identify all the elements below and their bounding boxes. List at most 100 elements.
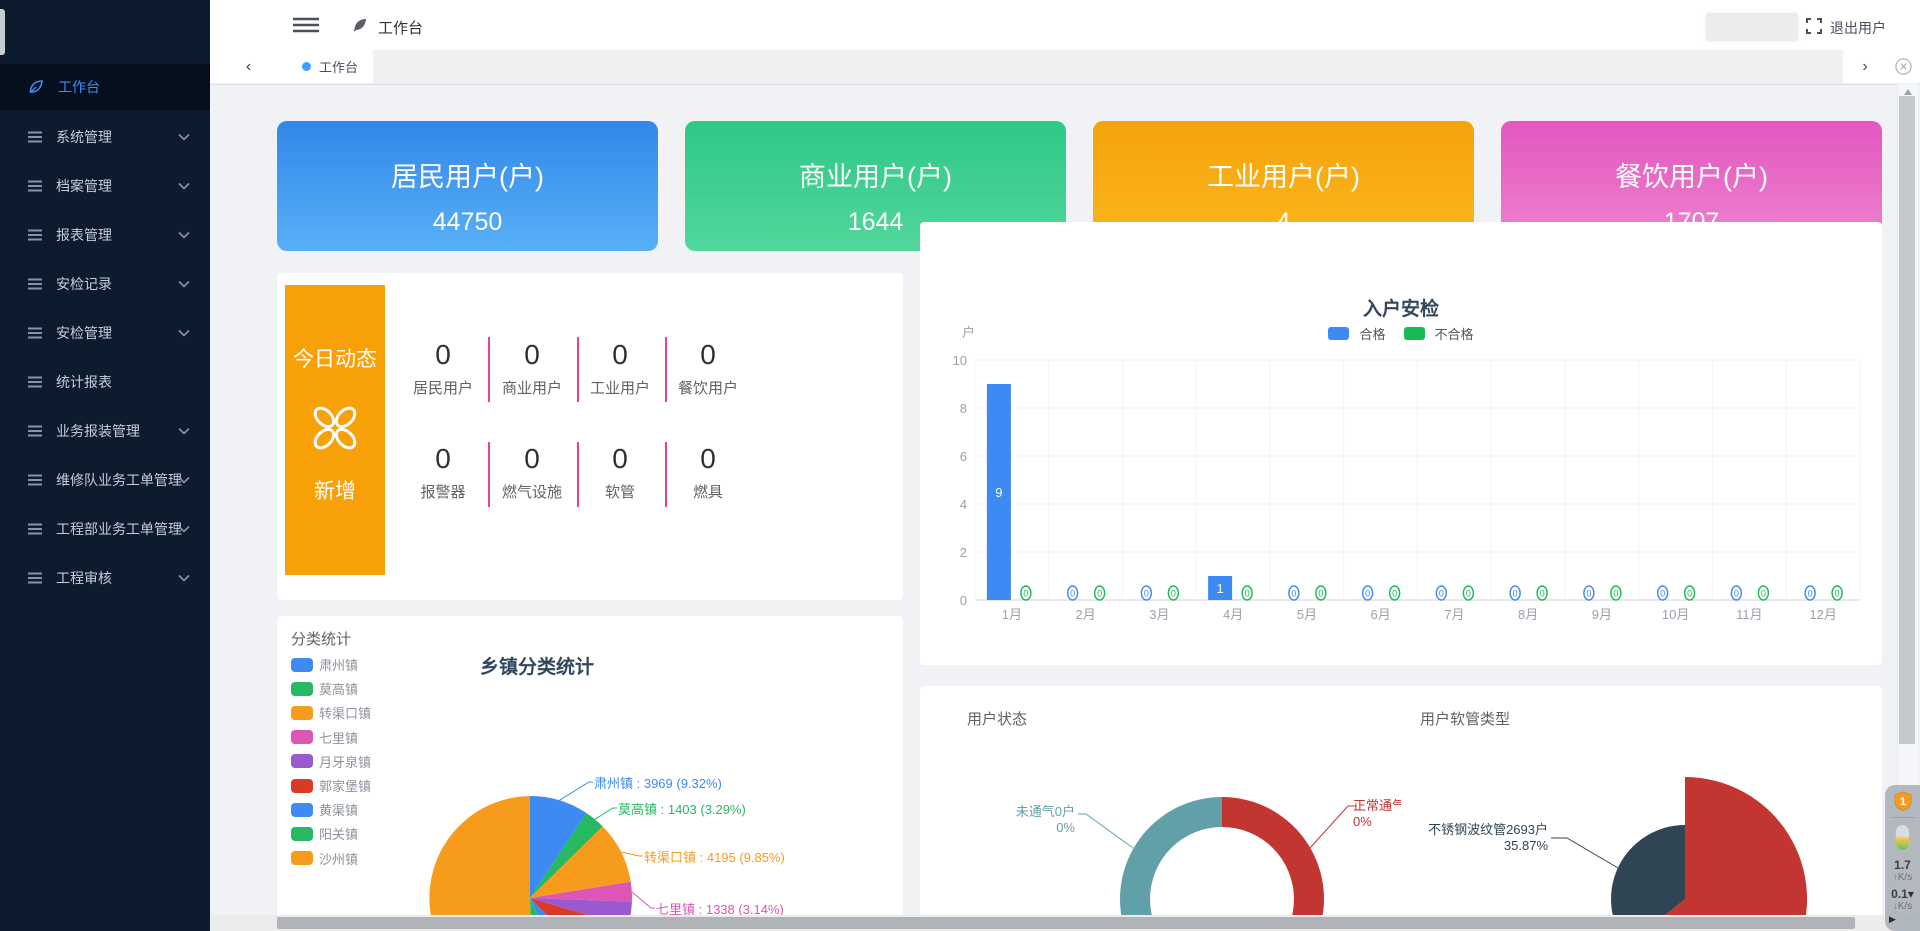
- today-divider: [577, 442, 579, 507]
- today-stat-label: 工业用户: [576, 377, 664, 398]
- menu-lines-icon: [28, 376, 42, 388]
- svg-text:0: 0: [1144, 589, 1149, 599]
- page-title: 工作台: [378, 17, 423, 38]
- tabs-close-button[interactable]: [1887, 50, 1920, 83]
- widget-divider: [1891, 817, 1915, 818]
- today-stat-value: 0: [399, 443, 487, 475]
- sidebar-item-1[interactable]: 档案管理: [0, 163, 210, 209]
- sidebar-item-2[interactable]: 报表管理: [0, 212, 210, 258]
- sidebar-item-9[interactable]: 工程审核: [0, 555, 210, 601]
- today-stat-value: 0: [576, 339, 664, 371]
- sidebar-item-4[interactable]: 安检管理: [0, 310, 210, 356]
- svg-text:0: 0: [1291, 589, 1296, 599]
- menu-lines-icon: [28, 278, 42, 290]
- today-stat-label: 软管: [576, 481, 664, 502]
- sidebar-item-3[interactable]: 安检记录: [0, 261, 210, 307]
- today-stat-7: 0 燃具: [664, 443, 752, 502]
- today-stat-value: 0: [664, 443, 752, 475]
- today-stat-6: 0软管: [576, 443, 664, 502]
- svg-text:0: 0: [960, 593, 967, 608]
- sidebar-item-5[interactable]: 统计报表: [0, 359, 210, 405]
- menu-lines-icon: [28, 425, 42, 437]
- chevron-down-icon: [178, 427, 190, 435]
- today-panel: 今日动态 新增 0居民用户0商业用户0工业用户0餐饮用户0报警器0燃气设施0软管…: [277, 273, 903, 600]
- horizontal-scrollbar-thumb[interactable]: [277, 917, 1855, 929]
- chevron-down-icon: [178, 280, 190, 288]
- sidebar-item-8[interactable]: 工程部业务工单管理: [0, 506, 210, 552]
- today-stat-label: 燃具: [664, 481, 752, 502]
- chevron-down-icon: [178, 574, 190, 582]
- svg-text:0: 0: [1070, 589, 1075, 599]
- svg-text:10: 10: [953, 353, 967, 368]
- menu-lines-icon: [28, 572, 42, 584]
- svg-text:2: 2: [960, 545, 967, 560]
- menu-lines-icon: [28, 180, 42, 192]
- svg-text:0: 0: [1097, 589, 1102, 599]
- stat-card-title: 居民用户(户): [277, 155, 658, 194]
- today-stat-label: 燃气设施: [488, 481, 576, 502]
- pie-chart: 肃州镇 : 3969 (9.32%)莫高镇 : 1403 (3.29%)转渠口镇…: [277, 616, 903, 931]
- sidebar-item-label: 系统管理: [56, 127, 112, 147]
- today-divider: [665, 442, 667, 507]
- svg-text:11月: 11月: [1736, 607, 1763, 622]
- app-root: 工作台 系统管理档案管理报表管理安检记录安检管理统计报表业务报装管理维修队业务工…: [0, 0, 1920, 931]
- inspection-bar-panel: 入户安检 合格 不合格 户 10864201月902月003月004月105月0…: [920, 222, 1882, 665]
- today-stat-value: 0: [488, 443, 576, 475]
- sidebar-item-workbench[interactable]: 工作台: [0, 64, 210, 110]
- logout-button[interactable]: 退出用户: [1830, 18, 1886, 38]
- chevron-down-icon: [178, 231, 190, 239]
- today-stat-1: 0 商业用户: [488, 339, 576, 398]
- circle-x-icon: [1895, 58, 1912, 75]
- svg-text:0: 0: [1808, 589, 1813, 599]
- sidebar-item-label: 维修队业务工单管理: [56, 470, 182, 490]
- user-status-donut: 未通气0户0%正常通气0户0%: [920, 686, 1401, 931]
- chevron-right-icon: ›: [1862, 58, 1867, 76]
- svg-text:0: 0: [1540, 589, 1545, 599]
- pie-slice-label-2: 转渠口镇 : 4195 (9.85%): [644, 847, 785, 866]
- today-stat-label: 商业用户: [488, 377, 576, 398]
- svg-text:0: 0: [1318, 589, 1323, 599]
- sidebar-item-7[interactable]: 维修队业务工单管理: [0, 457, 210, 503]
- user-charts-panel: 用户状态 未通气0户0%正常通气0户0% 用户软管类型 不锈钢波纹管2693户3…: [920, 686, 1882, 931]
- sidebar-item-6[interactable]: 业务报装管理: [0, 408, 210, 454]
- svg-text:0: 0: [1365, 589, 1370, 599]
- sidebar: 工作台 系统管理档案管理报表管理安检记录安检管理统计报表业务报装管理维修队业务工…: [0, 0, 210, 931]
- chevron-left-icon: ‹: [246, 58, 251, 76]
- tab-label: 工作台: [319, 57, 358, 76]
- vertical-scrollbar-thumb[interactable]: [1899, 96, 1915, 744]
- svg-text:0: 0: [1613, 589, 1618, 599]
- svg-text:4: 4: [960, 497, 967, 512]
- play-icon[interactable]: ▶: [1889, 914, 1896, 925]
- today-divider: [665, 337, 667, 402]
- tabs-scroll-left[interactable]: ‹: [210, 50, 287, 83]
- fullscreen-icon[interactable]: [1806, 18, 1822, 34]
- hamburger-icon[interactable]: [293, 17, 319, 33]
- chevron-down-icon: [178, 525, 190, 533]
- chevron-down-icon: [178, 133, 190, 141]
- hose-type-half: 用户软管类型 不锈钢波纹管2693户35.87%: [1401, 686, 1882, 931]
- today-stat-value: 0: [488, 339, 576, 371]
- sidebar-item-label: 档案管理: [56, 176, 112, 196]
- today-stat-value: 0: [399, 339, 487, 371]
- tab-workbench[interactable]: 工作台: [287, 50, 373, 83]
- svg-text:8: 8: [960, 401, 967, 416]
- stat-card-title: 工业用户(户): [1093, 155, 1474, 194]
- stat-card-title: 商业用户(户): [685, 155, 1066, 194]
- download-speed: 0.1▾: [1891, 887, 1914, 901]
- svg-text:0: 0: [1171, 589, 1176, 599]
- chevron-down-icon: [178, 182, 190, 190]
- shield-badge-icon[interactable]: 1: [1894, 791, 1912, 811]
- svg-text:9月: 9月: [1592, 607, 1612, 622]
- sidebar-item-label: 业务报装管理: [56, 421, 140, 441]
- today-stat-label: 居民用户: [399, 377, 487, 398]
- sidebar-item-0[interactable]: 系统管理: [0, 114, 210, 160]
- svg-text:0: 0: [1439, 589, 1444, 599]
- svg-text:0: 0: [1586, 589, 1591, 599]
- today-stat-2: 0 工业用户: [576, 339, 664, 398]
- net-speed-widget[interactable]: 1 1.7 ↑K/s 0.1▾ ↓K/s ▶: [1885, 785, 1920, 931]
- tabs-scroll-right[interactable]: ›: [1843, 50, 1887, 83]
- svg-text:3月: 3月: [1149, 607, 1169, 622]
- svg-text:0: 0: [1513, 589, 1518, 599]
- username-redacted: [1706, 13, 1798, 41]
- battery-pill-icon[interactable]: [1895, 824, 1910, 851]
